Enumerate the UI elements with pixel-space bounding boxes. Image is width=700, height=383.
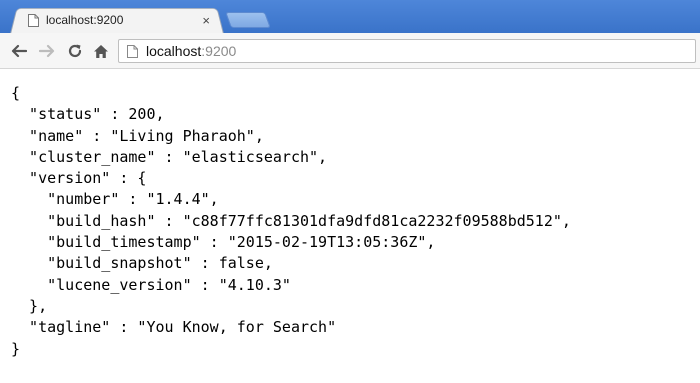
reload-icon[interactable]	[66, 42, 84, 60]
navigation-toolbar: localhost:9200	[0, 33, 700, 69]
json-line: "tagline" : "You Know, for Search"	[11, 318, 337, 337]
back-arrow-icon[interactable]	[10, 42, 28, 60]
page-icon	[127, 44, 138, 58]
home-icon[interactable]	[92, 42, 110, 60]
page-content: { "status" : 200, "name" : "Living Phara…	[0, 69, 700, 383]
json-line: "status" : 200,	[11, 105, 165, 124]
json-line: "number" : "1.4.4",	[11, 190, 219, 209]
json-response: { "status" : 200, "name" : "Living Phara…	[11, 83, 571, 360]
address-host: localhost	[146, 43, 202, 59]
close-tab-icon[interactable]: ×	[202, 14, 210, 27]
new-tab-button[interactable]	[225, 12, 271, 28]
address-bar[interactable]: localhost:9200	[118, 39, 696, 63]
tab-strip: localhost:9200 ×	[0, 0, 700, 34]
json-line: {	[11, 84, 21, 102]
json-line: "build_hash" : "c88f77ffc81301dfa9dfd81c…	[11, 211, 571, 230]
address-port: :9200	[201, 43, 237, 59]
json-line: "build_snapshot" : false,	[11, 254, 273, 273]
page-icon	[28, 13, 39, 27]
json-line: }	[11, 339, 21, 358]
json-line: "name" : "Living Pharaoh",	[11, 126, 264, 145]
json-line: "lucene_version" : "4.10.3"	[11, 275, 291, 294]
browser-window: localhost:9200 × localhost:9200 {"stat…	[0, 0, 700, 383]
tab-title: localhost:9200	[46, 13, 124, 27]
json-line: "cluster_name" : "elasticsearch",	[11, 147, 328, 166]
forward-arrow-icon[interactable]	[38, 42, 56, 60]
json-line: "version" : {	[11, 169, 147, 188]
json-line: "build_timestamp" : "2015-02-19T13:05:36…	[11, 233, 436, 252]
json-line: },	[11, 296, 48, 315]
active-tab[interactable]: localhost:9200 ×	[14, 9, 220, 31]
